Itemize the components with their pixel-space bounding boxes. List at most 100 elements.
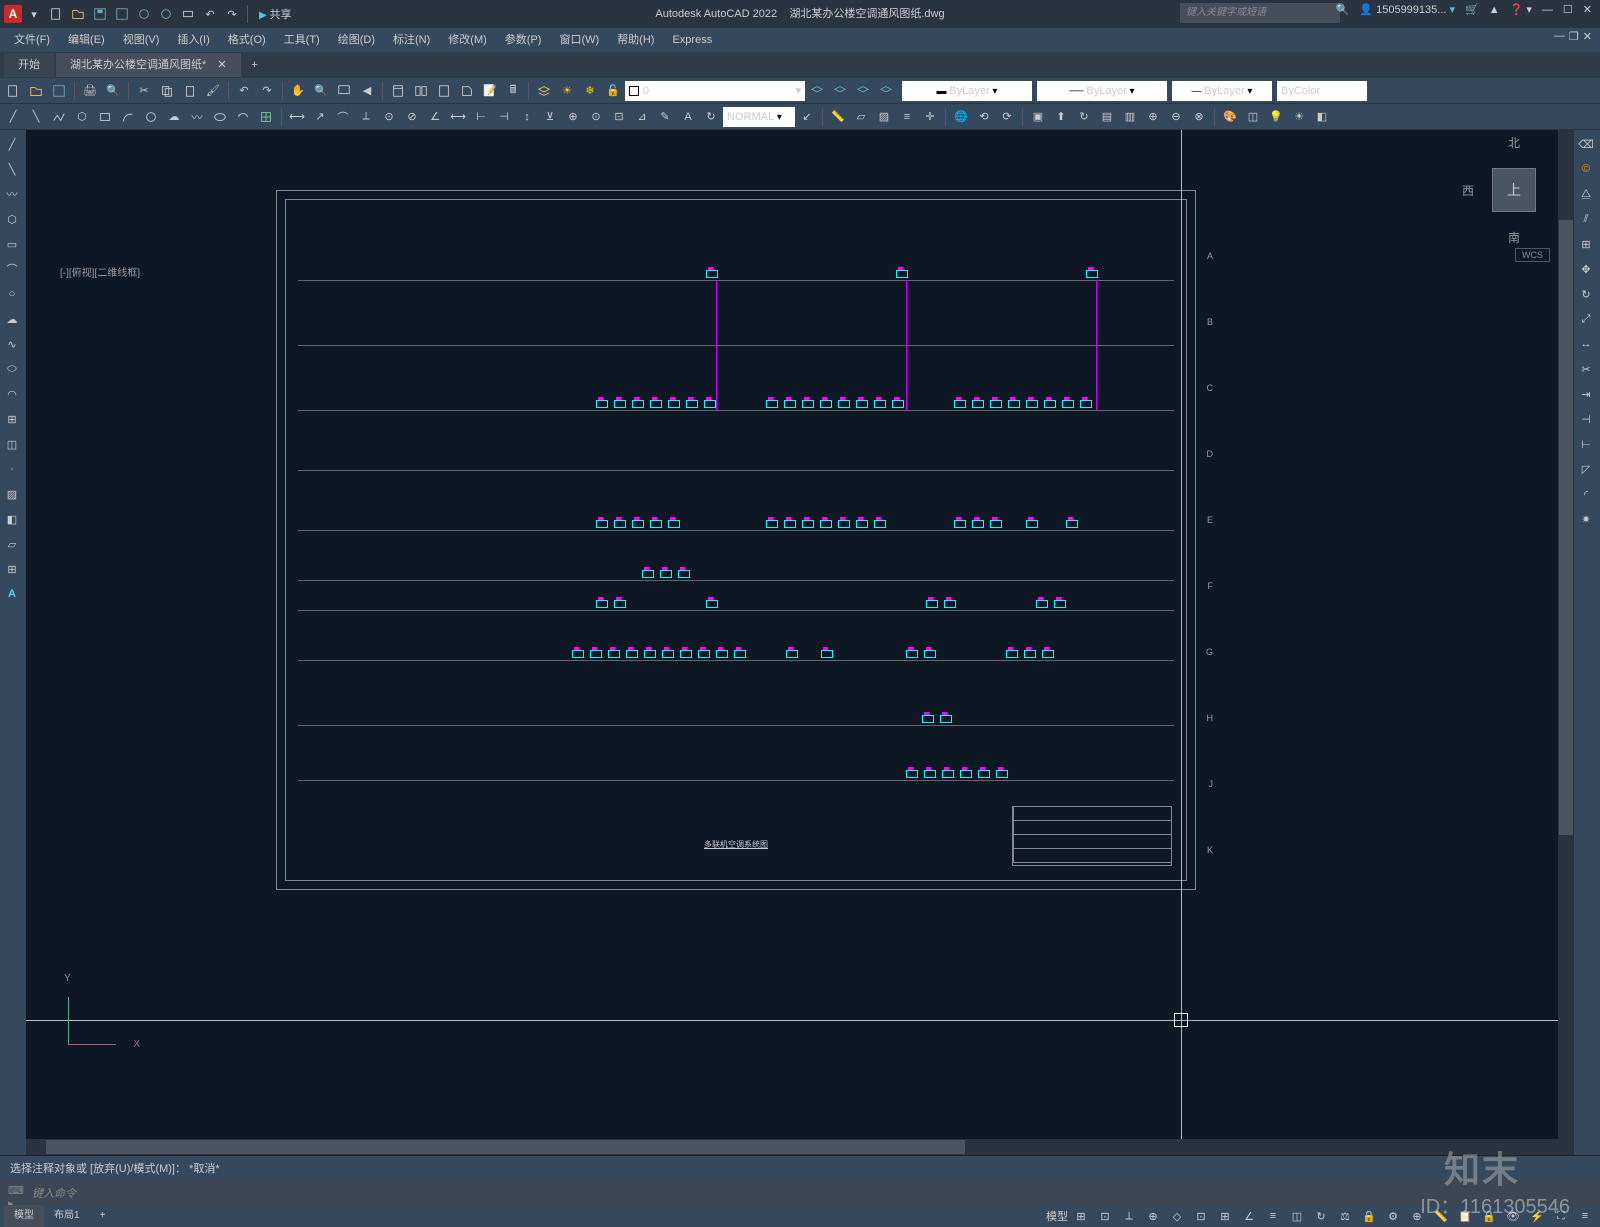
tab-add-layout[interactable]: +: [90, 1205, 116, 1227]
saveas-icon[interactable]: [112, 4, 132, 24]
arc-tool-icon[interactable]: ⌒: [0, 257, 24, 281]
render-icon[interactable]: 🎨: [1219, 106, 1241, 128]
subtract-icon[interactable]: ⊖: [1165, 106, 1187, 128]
open-icon[interactable]: [25, 80, 47, 102]
union-icon[interactable]: ⊕: [1142, 106, 1164, 128]
scale-icon[interactable]: ⤢: [1574, 307, 1598, 331]
rotate-icon[interactable]: ↻: [1574, 282, 1598, 306]
region-icon[interactable]: ▨: [873, 106, 895, 128]
dimstyle-icon[interactable]: ↙: [796, 106, 818, 128]
app-logo[interactable]: A: [4, 5, 22, 23]
otrack-icon[interactable]: ∠: [1238, 1206, 1260, 1226]
undo-icon[interactable]: ↶: [233, 80, 255, 102]
redo-icon[interactable]: ↷: [222, 4, 242, 24]
menu-parametric[interactable]: 参数(P): [497, 28, 550, 52]
spline-tool-icon[interactable]: ∿: [0, 332, 24, 356]
redo-icon[interactable]: ↷: [256, 80, 278, 102]
centermark-icon[interactable]: ⊙: [585, 106, 607, 128]
menu-modify[interactable]: 修改(M): [440, 28, 495, 52]
dimstyle-dropdown[interactable]: NORMAL ▾: [723, 107, 795, 127]
transparency-icon[interactable]: ◫: [1286, 1206, 1308, 1226]
scrollbar-vertical[interactable]: [1558, 130, 1574, 1155]
freeze-icon[interactable]: ❄: [579, 80, 601, 102]
minimize-icon[interactable]: —: [1542, 4, 1553, 16]
web-save-icon[interactable]: [156, 4, 176, 24]
color-dropdown[interactable]: ▬ ByLayer ▾: [902, 81, 1032, 101]
lock-icon[interactable]: 🔓: [602, 80, 624, 102]
revcloud-tool-icon[interactable]: ☁: [0, 307, 24, 331]
menu-window[interactable]: 窗口(W): [551, 28, 607, 52]
ellipsearc-icon[interactable]: [232, 106, 254, 128]
layerprops-icon[interactable]: [533, 80, 555, 102]
zoom-realtime-icon[interactable]: 🔍: [310, 80, 332, 102]
revcloud-icon[interactable]: ☁: [163, 106, 185, 128]
menu-edit[interactable]: 编辑(E): [60, 28, 113, 52]
viewport-control[interactable]: [-][俯视][二维线框]: [60, 264, 140, 279]
id-icon[interactable]: ✛: [919, 106, 941, 128]
pline-icon[interactable]: [48, 106, 70, 128]
copy-icon[interactable]: [156, 80, 178, 102]
matchprop-icon[interactable]: 🖌: [202, 80, 224, 102]
sun3d-icon[interactable]: ☀: [1288, 106, 1310, 128]
ucs-icon[interactable]: Y X: [68, 985, 128, 1045]
extend-icon[interactable]: ⇥: [1574, 382, 1598, 406]
zoom-window-icon[interactable]: [333, 80, 355, 102]
point-tool-icon[interactable]: ·: [0, 457, 24, 481]
menu-dropdown-icon[interactable]: ▾: [24, 4, 44, 24]
isodraft-icon[interactable]: ◇: [1166, 1206, 1188, 1226]
viewcube[interactable]: 北 南 西 上: [1464, 140, 1564, 240]
menu-view[interactable]: 视图(V): [115, 28, 168, 52]
sheetset-icon[interactable]: [456, 80, 478, 102]
jog-icon[interactable]: ⊿: [631, 106, 653, 128]
help-icon[interactable]: ❓ ▾: [1510, 3, 1532, 16]
tab-new-icon[interactable]: +: [243, 59, 267, 71]
distance-icon[interactable]: 📏: [827, 106, 849, 128]
paste-icon[interactable]: [179, 80, 201, 102]
menu-tools[interactable]: 工具(T): [276, 28, 328, 52]
dimupdate-icon[interactable]: ↻: [700, 106, 722, 128]
break-icon[interactable]: ⊣: [1574, 407, 1598, 431]
menu-help[interactable]: 帮助(H): [609, 28, 662, 52]
markup-icon[interactable]: 📝: [479, 80, 501, 102]
lwt-toggle-icon[interactable]: ≡: [1262, 1206, 1284, 1226]
polygon-icon[interactable]: ⬡: [71, 106, 93, 128]
viewcube-west[interactable]: 西: [1462, 182, 1474, 199]
plot-icon[interactable]: 🖨: [79, 80, 101, 102]
tab-close-icon[interactable]: ✕: [217, 59, 226, 71]
ellipsearc-tool-icon[interactable]: ◠: [0, 382, 24, 406]
area-icon[interactable]: ▱: [850, 106, 872, 128]
circle-tool-icon[interactable]: ○: [0, 282, 24, 306]
layer-state-icon[interactable]: [829, 80, 851, 102]
ellipse-icon[interactable]: [209, 106, 231, 128]
orbit-icon[interactable]: 🌐: [950, 106, 972, 128]
dim-aligned-icon[interactable]: ↗: [309, 106, 331, 128]
viewcube-south[interactable]: 南: [1508, 229, 1520, 246]
annoscale-icon[interactable]: 🔒: [1358, 1206, 1380, 1226]
box3d-icon[interactable]: ▣: [1027, 106, 1049, 128]
ortho-toggle-icon[interactable]: ⟂: [1118, 1206, 1140, 1226]
hatch-tool-icon[interactable]: ▨: [0, 482, 24, 506]
rect-tool-icon[interactable]: ▭: [0, 232, 24, 256]
scrollbar-horizontal[interactable]: [26, 1139, 1558, 1155]
spline-icon[interactable]: 〰: [186, 106, 208, 128]
insert-icon[interactable]: [255, 106, 277, 128]
rectangle-icon[interactable]: [94, 106, 116, 128]
dim-ordinate-icon[interactable]: ⟂: [355, 106, 377, 128]
cart-icon[interactable]: 🛒: [1465, 3, 1479, 16]
walk-icon[interactable]: ⟳: [996, 106, 1018, 128]
cycling-icon[interactable]: ↻: [1310, 1206, 1332, 1226]
search-icon[interactable]: 🔍: [1336, 3, 1350, 16]
visual-icon[interactable]: ◧: [1311, 106, 1333, 128]
snap-toggle-icon[interactable]: ⊡: [1094, 1206, 1116, 1226]
user-menu[interactable]: 👤 1505999135... ▾: [1359, 3, 1455, 16]
command-input[interactable]: ⌨ ▸ 键入命令: [0, 1180, 1600, 1206]
gradient-tool-icon[interactable]: ◧: [0, 507, 24, 531]
menu-draw[interactable]: 绘图(D): [330, 28, 383, 52]
undo-icon[interactable]: ↶: [200, 4, 220, 24]
modelspace-toggle[interactable]: 模型: [1046, 1206, 1068, 1226]
plot-icon[interactable]: [178, 4, 198, 24]
pan-icon[interactable]: ✋: [287, 80, 309, 102]
dim-continue-icon[interactable]: ⊣: [493, 106, 515, 128]
erase-icon[interactable]: ⌫: [1574, 132, 1598, 156]
ellipse-tool-icon[interactable]: ⬭: [0, 357, 24, 381]
